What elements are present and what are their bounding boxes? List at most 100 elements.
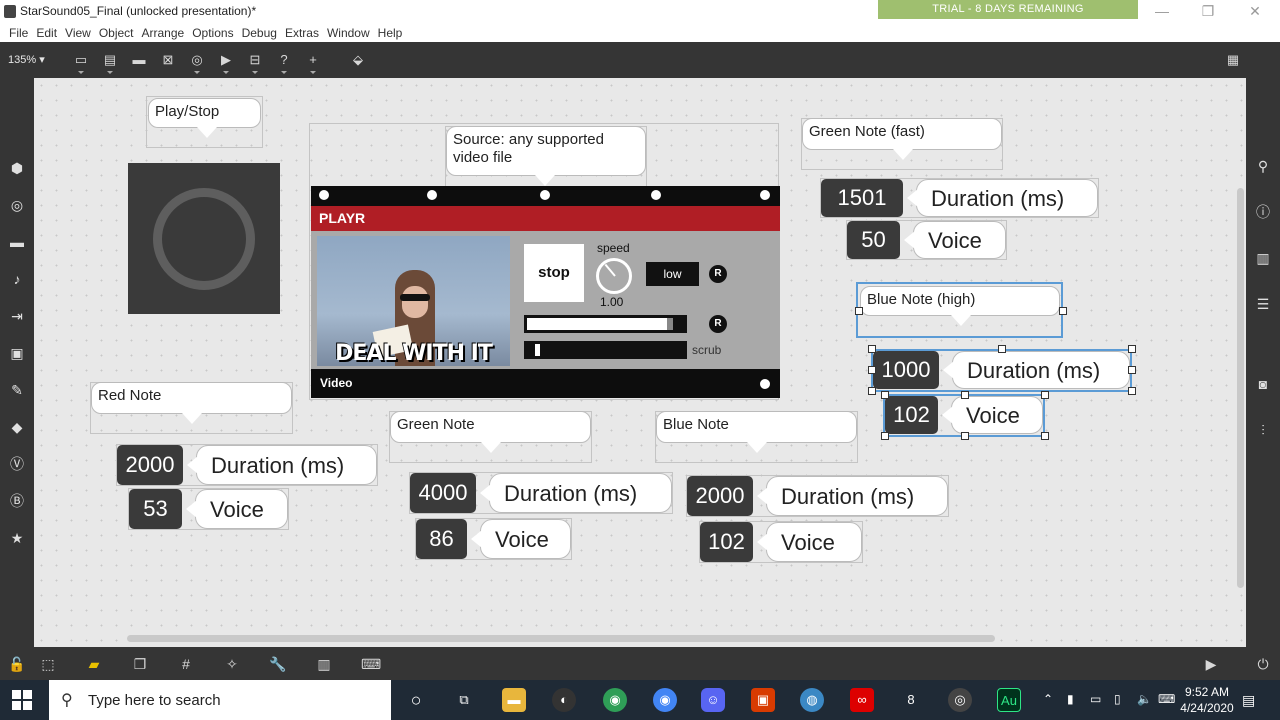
resize-handle[interactable] — [1128, 387, 1136, 395]
play-stop-button[interactable] — [128, 163, 280, 314]
chrome-profile-icon[interactable]: ◉ — [653, 688, 677, 712]
volume-handle[interactable] — [667, 318, 673, 330]
menu-arrange[interactable]: Arrange — [138, 24, 189, 42]
steam-icon[interactable]: ◐ — [552, 688, 576, 712]
patcher-canvas[interactable]: Play/Stop Source: any supported video fi… — [34, 78, 1246, 647]
task-view-icon[interactable]: ⧉ — [452, 688, 476, 712]
mixer-icon[interactable]: ⫶ — [1253, 420, 1273, 440]
menu-help[interactable]: Help — [374, 24, 407, 42]
max-app-icon[interactable]: 8 — [899, 688, 923, 712]
device-icon[interactable]: ▬ — [7, 232, 27, 252]
note-comment[interactable]: Blue Note (high) — [860, 286, 1060, 326]
resize-handle[interactable] — [1128, 345, 1136, 353]
stop-button[interactable]: stop — [524, 244, 584, 302]
resize-handle[interactable] — [961, 432, 969, 440]
edit-mode-icon[interactable]: ⬚ — [39, 655, 57, 673]
resize-handle[interactable] — [868, 366, 876, 374]
reset-button[interactable]: R — [709, 315, 727, 333]
vertical-scrollbar[interactable] — [1237, 188, 1244, 588]
resize-handle[interactable] — [881, 432, 889, 440]
resize-handle[interactable] — [1041, 432, 1049, 440]
cortana-icon[interactable]: ○ — [404, 688, 428, 712]
help-icon[interactable]: ? — [275, 51, 293, 74]
office-icon[interactable]: ▣ — [751, 688, 775, 712]
duration-number[interactable]: 2000 — [117, 445, 183, 485]
comment-note-icon[interactable]: ▰ — [85, 655, 103, 673]
step-icon[interactable]: ⇥ — [7, 306, 27, 326]
trial-banner[interactable]: TRIAL - 8 DAYS REMAINING — [878, 0, 1138, 19]
scrub-slider[interactable] — [524, 341, 687, 359]
voice-number[interactable]: 102 — [885, 396, 938, 434]
resize-handle[interactable] — [1128, 366, 1136, 374]
maximize-button[interactable]: ❐ — [1194, 2, 1222, 22]
file-explorer-icon[interactable]: ▬ — [502, 688, 526, 712]
beap-icon[interactable]: Ⓑ — [7, 491, 27, 511]
power-icon[interactable]: ⏻ — [1254, 655, 1272, 673]
package-icon[interactable]: ⬢ — [7, 158, 27, 178]
battery-icon[interactable]: ▭ — [1090, 692, 1101, 706]
minimize-button[interactable]: — — [1148, 2, 1176, 22]
resize-handle[interactable] — [1041, 391, 1049, 399]
horizontal-scrollbar[interactable] — [127, 635, 995, 642]
resize-handle[interactable] — [998, 345, 1006, 353]
inlet-dot[interactable] — [319, 190, 329, 200]
inlet-dot[interactable] — [427, 190, 437, 200]
chrome-icon[interactable]: ◉ — [603, 688, 627, 712]
resize-handle[interactable] — [868, 345, 876, 353]
creative-cloud-icon[interactable]: ∞ — [850, 688, 874, 712]
video-preview[interactable]: DEAL WITH IT — [317, 236, 510, 366]
note-comment[interactable]: Blue Note — [656, 411, 857, 453]
resize-handle[interactable] — [961, 391, 969, 399]
discord-icon[interactable]: ☺ — [701, 688, 725, 712]
info-icon[interactable]: ⓘ — [1253, 202, 1273, 222]
grid-view-icon[interactable]: ▦ — [1224, 51, 1242, 69]
lock-icon[interactable]: 🔓 — [8, 655, 26, 673]
camera-icon[interactable]: ◙ — [1253, 374, 1273, 394]
play-stop-comment[interactable]: Play/Stop — [148, 98, 261, 138]
microphone-icon[interactable]: ▮ — [1067, 692, 1074, 706]
reference-icon[interactable]: ▥ — [1253, 248, 1273, 268]
new-button-icon[interactable]: ⊠ — [159, 51, 177, 69]
taskbar-search[interactable]: ⚲ Type here to search — [49, 680, 391, 720]
snap-icon[interactable]: ✧ — [223, 655, 241, 673]
vizzie-icon[interactable]: Ⓥ — [7, 454, 27, 474]
new-number-icon[interactable]: ▶ — [217, 51, 235, 74]
voice-number[interactable]: 50 — [847, 221, 900, 259]
new-toggle-icon[interactable]: ◎ — [188, 51, 206, 74]
menu-options[interactable]: Options — [188, 24, 237, 42]
source-comment[interactable]: Source: any supported video file — [446, 126, 646, 186]
new-object-icon[interactable]: ▭ — [72, 51, 90, 74]
wrench-icon[interactable]: 🔧 — [269, 655, 287, 673]
note-comment[interactable]: Green Note — [390, 411, 591, 453]
paperclip-icon[interactable]: ✎ — [7, 380, 27, 400]
windows-start-icon[interactable] — [12, 690, 32, 710]
low-button[interactable]: low — [646, 262, 699, 286]
grid-icon[interactable]: # — [177, 655, 195, 673]
piano-icon[interactable]: ▥ — [315, 655, 333, 673]
language-icon[interactable]: ⌨ — [1158, 692, 1175, 706]
note-comment[interactable]: Green Note (fast) — [802, 118, 1002, 160]
voice-number[interactable]: 102 — [700, 522, 753, 562]
list-icon[interactable]: ☰ — [1253, 294, 1273, 314]
obs-icon[interactable]: ◎ — [948, 688, 972, 712]
menu-edit[interactable]: Edit — [32, 24, 61, 42]
voice-number[interactable]: 86 — [416, 519, 467, 559]
audition-icon[interactable]: Au — [997, 688, 1021, 712]
volume-slider[interactable] — [524, 315, 687, 333]
menu-extras[interactable]: Extras — [281, 24, 323, 42]
resize-handle[interactable] — [881, 391, 889, 399]
outlet-dot[interactable] — [760, 379, 770, 389]
speed-knob[interactable] — [596, 258, 632, 294]
keyboard-icon[interactable]: ⌨ — [361, 655, 381, 673]
duration-number[interactable]: 1000 — [873, 351, 939, 389]
add-icon[interactable]: + — [304, 51, 322, 74]
note-comment[interactable]: Red Note — [91, 382, 292, 424]
target-icon[interactable]: ◎ — [7, 195, 27, 215]
browser-icon[interactable]: ◍ — [800, 688, 824, 712]
star-icon[interactable]: ★ — [7, 528, 27, 548]
paint-bucket-icon[interactable]: ⬙ — [349, 51, 367, 69]
chevron-up-icon[interactable]: ⌃ — [1043, 692, 1053, 706]
inlet-dot[interactable] — [651, 190, 661, 200]
notification-icon[interactable]: ▤ — [1242, 692, 1255, 709]
resize-handle[interactable] — [868, 387, 876, 395]
